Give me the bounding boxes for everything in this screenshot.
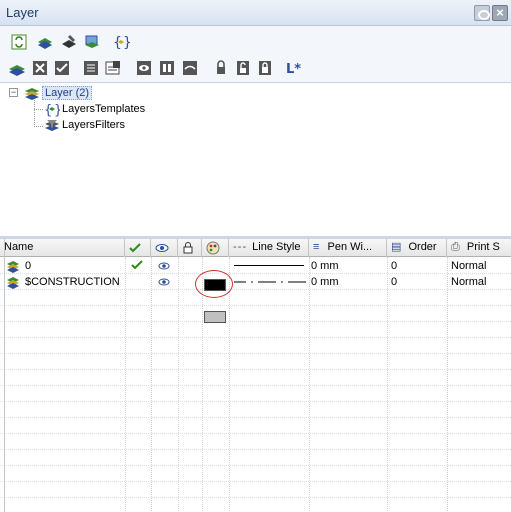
table-row[interactable]: 0 0 mm 0 Normal: [0, 258, 511, 291]
grid-border: [4, 239, 5, 512]
hide-icon[interactable]: [181, 59, 199, 77]
collapse-toggle[interactable]: −: [9, 88, 18, 97]
column-current[interactable]: [125, 239, 151, 257]
grid-line: [0, 305, 511, 306]
column-lock[interactable]: [178, 239, 202, 257]
layer-icon: [6, 259, 22, 275]
freeze-icon[interactable]: [158, 59, 176, 77]
column-pen-width-label: Pen Wi...: [327, 241, 373, 253]
layer-edit-icon[interactable]: [60, 33, 78, 51]
lock-icon: [183, 242, 193, 254]
tree-item-layersfilters[interactable]: LayersFilters: [62, 117, 125, 133]
print-style-value: Normal: [451, 260, 487, 272]
column-print[interactable]: ⎙ Print S: [447, 239, 511, 257]
grid-header: Name - - - Line Style ≡ Pen Wi... ▤ Orde…: [0, 239, 511, 257]
grid-line: [0, 385, 511, 386]
print-style-value: Normal: [451, 276, 487, 288]
line-style-dash-dot[interactable]: [234, 276, 306, 292]
tree-item-layerstemplates[interactable]: LayersTemplates: [62, 101, 145, 117]
check-icon[interactable]: [53, 59, 71, 77]
eye-icon[interactable]: [135, 59, 153, 77]
template-folder-icon: {}: [44, 101, 62, 118]
pin-button[interactable]: [474, 5, 490, 21]
pen-width-icon: ≡: [313, 241, 320, 253]
filter-icon: [44, 117, 60, 133]
eye-icon: [155, 244, 169, 252]
column-line-style[interactable]: - - - Line Style: [229, 239, 309, 257]
tree-connector: [34, 109, 43, 110]
window-title: Layer: [6, 5, 39, 20]
visible-eye-icon[interactable]: [157, 276, 171, 292]
unlock-icon[interactable]: [234, 59, 252, 77]
grid-line: [0, 321, 511, 322]
grid-line: [0, 497, 511, 498]
column-color[interactable]: [202, 239, 229, 257]
column-pen-width[interactable]: ≡ Pen Wi...: [309, 239, 387, 257]
pen-width-value: 0 mm: [311, 276, 339, 288]
lock-all-icon[interactable]: [256, 59, 274, 77]
tree-connector: [34, 126, 43, 127]
grid-line: [0, 353, 511, 354]
line-style-icon: - - -: [233, 241, 246, 253]
color-swatch[interactable]: [204, 311, 226, 323]
highlight-annotation: [195, 270, 233, 298]
layer-new-icon[interactable]: [36, 33, 54, 51]
tree-root[interactable]: Layer (2): [42, 85, 93, 101]
layer-name: 0: [25, 260, 32, 272]
grid-line: [0, 369, 511, 370]
svg-text:}: }: [54, 103, 60, 117]
column-print-label: Print S: [466, 241, 500, 253]
template-icon[interactable]: {}: [112, 33, 130, 51]
grid-line: [0, 337, 511, 338]
print-icon: ⎙: [451, 241, 460, 253]
tree-item-label: LayersTemplates: [62, 103, 146, 115]
tree-root-label[interactable]: Layer (2): [42, 86, 93, 100]
pen-width-value: 0 mm: [311, 260, 339, 272]
layer-copy-icon[interactable]: [83, 33, 101, 51]
table-row[interactable]: $CONSTRUCTION 0 mm 0 Normal: [0, 274, 511, 323]
column-name-label: Name: [4, 241, 34, 253]
layer-name: $CONSTRUCTION: [25, 276, 120, 288]
tree-connector: [34, 100, 35, 127]
grid-line: [0, 449, 511, 450]
svg-text:}: }: [123, 35, 130, 51]
close-button[interactable]: ×: [492, 5, 508, 21]
color-palette-icon: [206, 241, 220, 255]
move-icon[interactable]: [82, 59, 100, 77]
toolbar-area: {} L*: [0, 26, 511, 82]
line-style-solid[interactable]: [234, 265, 304, 266]
order-icon: ▤: [391, 241, 402, 253]
layer-zoom-icon[interactable]: [8, 59, 26, 77]
lock-icon[interactable]: [212, 59, 230, 77]
grid-line: [0, 401, 511, 402]
refresh-icon[interactable]: [10, 33, 28, 51]
layer-prefix-icon[interactable]: L*: [285, 59, 303, 77]
column-name[interactable]: Name: [0, 239, 125, 257]
grid-line: [0, 433, 511, 434]
column-order-label: Order: [408, 241, 437, 253]
layer-grid: Name - - - Line Style ≡ Pen Wi... ▤ Orde…: [0, 239, 511, 512]
tree-item-label: LayersFilters: [62, 119, 125, 131]
delete-icon[interactable]: [31, 59, 49, 77]
title-bar: Layer ×: [0, 0, 511, 26]
layer-icon: [6, 275, 22, 291]
grid-line: [0, 481, 511, 482]
order-value: 0: [391, 260, 398, 272]
grid-line: [0, 417, 511, 418]
layers-icon: [24, 85, 40, 101]
grid-line: [0, 465, 511, 466]
column-line-style-label: Line Style: [252, 241, 301, 253]
column-order[interactable]: ▤ Order: [387, 239, 447, 257]
svg-text:L*: L*: [286, 62, 301, 77]
check-icon: [129, 243, 141, 253]
current-check-icon[interactable]: [131, 259, 145, 275]
column-visible[interactable]: [151, 239, 178, 257]
properties-icon[interactable]: [104, 59, 122, 77]
order-value: 0: [391, 276, 398, 288]
